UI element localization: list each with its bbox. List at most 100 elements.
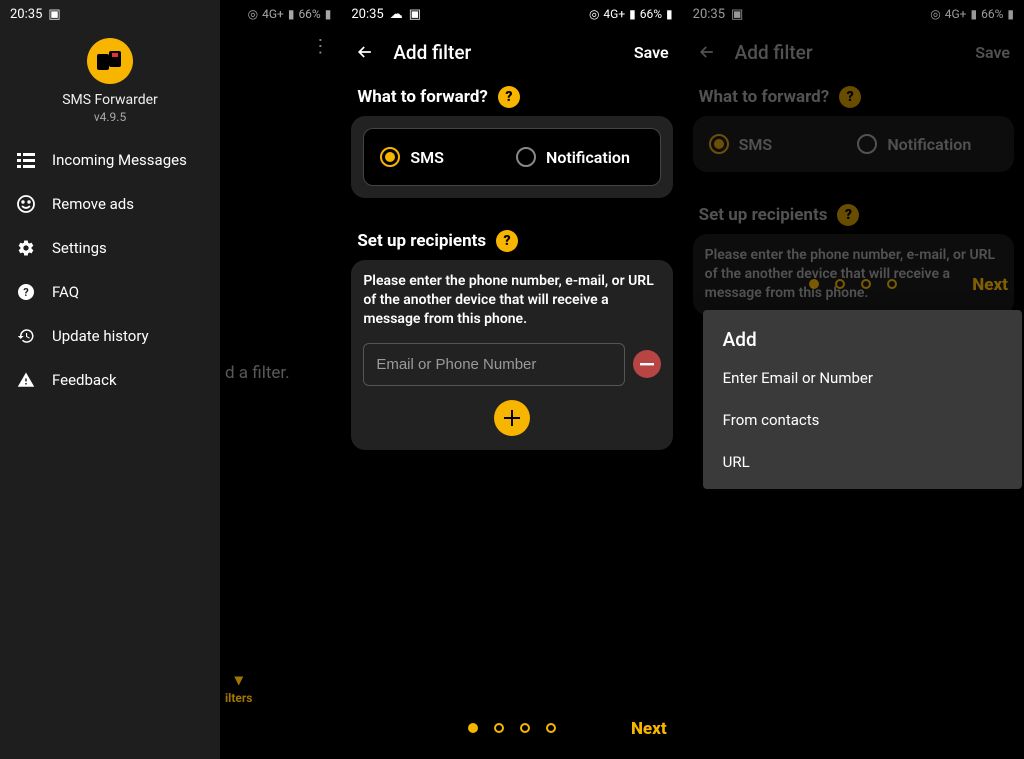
signal-icon: ▮ bbox=[629, 7, 636, 21]
save-button[interactable]: Save bbox=[975, 43, 1010, 62]
menu-update-history[interactable]: Update history bbox=[0, 314, 220, 358]
radio-selected-icon bbox=[380, 147, 400, 167]
help-icon[interactable]: ? bbox=[498, 86, 520, 108]
add-recipient-button[interactable] bbox=[494, 400, 530, 436]
battery-icon: ▮ bbox=[1007, 7, 1014, 21]
section-recipients-title: Set up recipients bbox=[357, 231, 486, 251]
section-recipients-title: Set up recipients bbox=[699, 205, 828, 225]
pager-dot bbox=[861, 279, 871, 289]
sheet-item-from-contacts[interactable]: From contacts bbox=[703, 399, 1022, 441]
status-bar: 20:35 ▣ ◎ 4G+ ▮ 66% ▮ bbox=[683, 0, 1024, 28]
radio-label: Notification bbox=[887, 135, 971, 154]
help-icon[interactable]: ? bbox=[496, 230, 518, 252]
history-icon bbox=[16, 326, 36, 346]
screen-drawer: ◎ 4G+ ▮ 66% ▮ ⋮ d a filter. ▾ ilters 20:… bbox=[0, 0, 341, 759]
menu-label: FAQ bbox=[52, 283, 79, 301]
pager-dot bbox=[809, 279, 819, 289]
pager-dot bbox=[887, 279, 897, 289]
gear-icon bbox=[16, 238, 36, 258]
add-action-sheet: Add Enter Email or Number From contacts … bbox=[703, 310, 1022, 489]
drawer-header: SMS Forwarder v4.9.5 bbox=[0, 28, 220, 138]
app-logo-icon bbox=[87, 38, 133, 84]
cloud-icon: ☁ bbox=[390, 7, 403, 22]
remove-recipient-button[interactable] bbox=[633, 350, 661, 378]
menu-faq[interactable]: ? FAQ bbox=[0, 270, 220, 314]
status-bar: 20:35 ☁ ▣ ◎ 4G+ ▮ 66% ▮ bbox=[341, 0, 682, 28]
status-time: 20:35 bbox=[693, 7, 725, 22]
pager-dot bbox=[468, 723, 478, 733]
forward-options-card: SMS Notification bbox=[693, 116, 1014, 172]
app-name: SMS Forwarder bbox=[62, 92, 158, 108]
pager-dot bbox=[546, 723, 556, 733]
warning-icon bbox=[16, 370, 36, 390]
menu-feedback[interactable]: Feedback bbox=[0, 358, 220, 402]
hotspot-icon: ◎ bbox=[589, 7, 599, 21]
status-bar: 20:35 ▣ bbox=[0, 0, 220, 28]
menu-label: Feedback bbox=[52, 371, 117, 389]
sheet-item-url[interactable]: URL bbox=[703, 441, 1022, 483]
network-label: 4G+ bbox=[603, 7, 625, 21]
menu-label: Remove ads bbox=[52, 195, 134, 213]
app-header: Add filter Save bbox=[341, 28, 682, 76]
app-version: v4.9.5 bbox=[94, 110, 126, 124]
section-forward-title: What to forward? bbox=[699, 87, 830, 107]
section-recipients: Set up recipients ? bbox=[683, 194, 1024, 234]
signal-icon: ▮ bbox=[970, 7, 977, 21]
save-button[interactable]: Save bbox=[634, 43, 669, 62]
help-icon[interactable]: ? bbox=[837, 204, 859, 226]
app-header: Add filter Save bbox=[683, 28, 1024, 76]
header-title: Add filter bbox=[393, 41, 471, 64]
section-forward: What to forward? ? bbox=[341, 76, 682, 116]
section-forward: What to forward? ? bbox=[683, 76, 1024, 116]
radio-label: SMS bbox=[410, 148, 444, 167]
radio-unselected-icon bbox=[516, 147, 536, 167]
smile-icon bbox=[16, 194, 36, 214]
pager-dot bbox=[494, 723, 504, 733]
forward-options-card: SMS Notification bbox=[351, 116, 672, 198]
status-time: 20:35 bbox=[351, 7, 383, 22]
radio-label: SMS bbox=[739, 135, 773, 154]
hotspot-icon: ◎ bbox=[930, 7, 940, 21]
screenshot-icon: ▣ bbox=[48, 7, 60, 22]
menu-label: Settings bbox=[52, 239, 107, 257]
recipients-help-text: Please enter the phone number, e-mail, o… bbox=[705, 246, 1002, 303]
battery-label: 66% bbox=[640, 7, 662, 21]
menu-label: Incoming Messages bbox=[52, 151, 187, 169]
section-forward-title: What to forward? bbox=[357, 87, 488, 107]
battery-icon: ▮ bbox=[666, 7, 673, 21]
pager-dot bbox=[520, 723, 530, 733]
back-icon[interactable] bbox=[355, 42, 375, 62]
radio-selected-icon bbox=[709, 134, 729, 154]
radio-sms[interactable]: SMS bbox=[376, 141, 512, 173]
status-time: 20:35 bbox=[10, 7, 42, 22]
radio-notification[interactable]: Notification bbox=[512, 141, 648, 173]
radio-label: Notification bbox=[546, 148, 630, 167]
menu-remove-ads[interactable]: Remove ads bbox=[0, 182, 220, 226]
menu-label: Update history bbox=[52, 327, 149, 345]
section-recipients: Set up recipients ? bbox=[341, 220, 682, 260]
radio-notification[interactable]: Notification bbox=[853, 128, 1002, 160]
sheet-item-enter-email[interactable]: Enter Email or Number bbox=[703, 357, 1022, 399]
recipients-card: Please enter the phone number, e-mail, o… bbox=[693, 234, 1014, 315]
recipients-card: Please enter the phone number, e-mail, o… bbox=[351, 260, 672, 450]
list-icon bbox=[16, 150, 36, 170]
menu-settings[interactable]: Settings bbox=[0, 226, 220, 270]
radio-sms[interactable]: SMS bbox=[705, 128, 854, 160]
pager-dot bbox=[835, 279, 845, 289]
screenshot-icon: ▣ bbox=[409, 7, 421, 22]
next-button[interactable]: Next bbox=[972, 275, 1008, 295]
radio-unselected-icon bbox=[857, 134, 877, 154]
recipient-input[interactable] bbox=[363, 343, 624, 386]
navigation-drawer: 20:35 ▣ SMS Forwarder v4.9.5 Incoming Me… bbox=[0, 0, 220, 759]
screen-add-filter: 20:35 ☁ ▣ ◎ 4G+ ▮ 66% ▮ Add filter Save … bbox=[341, 0, 682, 759]
battery-label: 66% bbox=[981, 7, 1003, 21]
screen-add-filter-sheet: 20:35 ▣ ◎ 4G+ ▮ 66% ▮ Add filter Save Wh… bbox=[683, 0, 1024, 759]
next-button[interactable]: Next bbox=[631, 719, 667, 739]
header-title: Add filter bbox=[735, 41, 813, 64]
recipients-help-text: Please enter the phone number, e-mail, o… bbox=[363, 272, 660, 329]
menu-incoming-messages[interactable]: Incoming Messages bbox=[0, 138, 220, 182]
svg-text:?: ? bbox=[23, 286, 29, 299]
back-icon[interactable] bbox=[697, 42, 717, 62]
help-icon[interactable]: ? bbox=[839, 86, 861, 108]
help-icon: ? bbox=[16, 282, 36, 302]
